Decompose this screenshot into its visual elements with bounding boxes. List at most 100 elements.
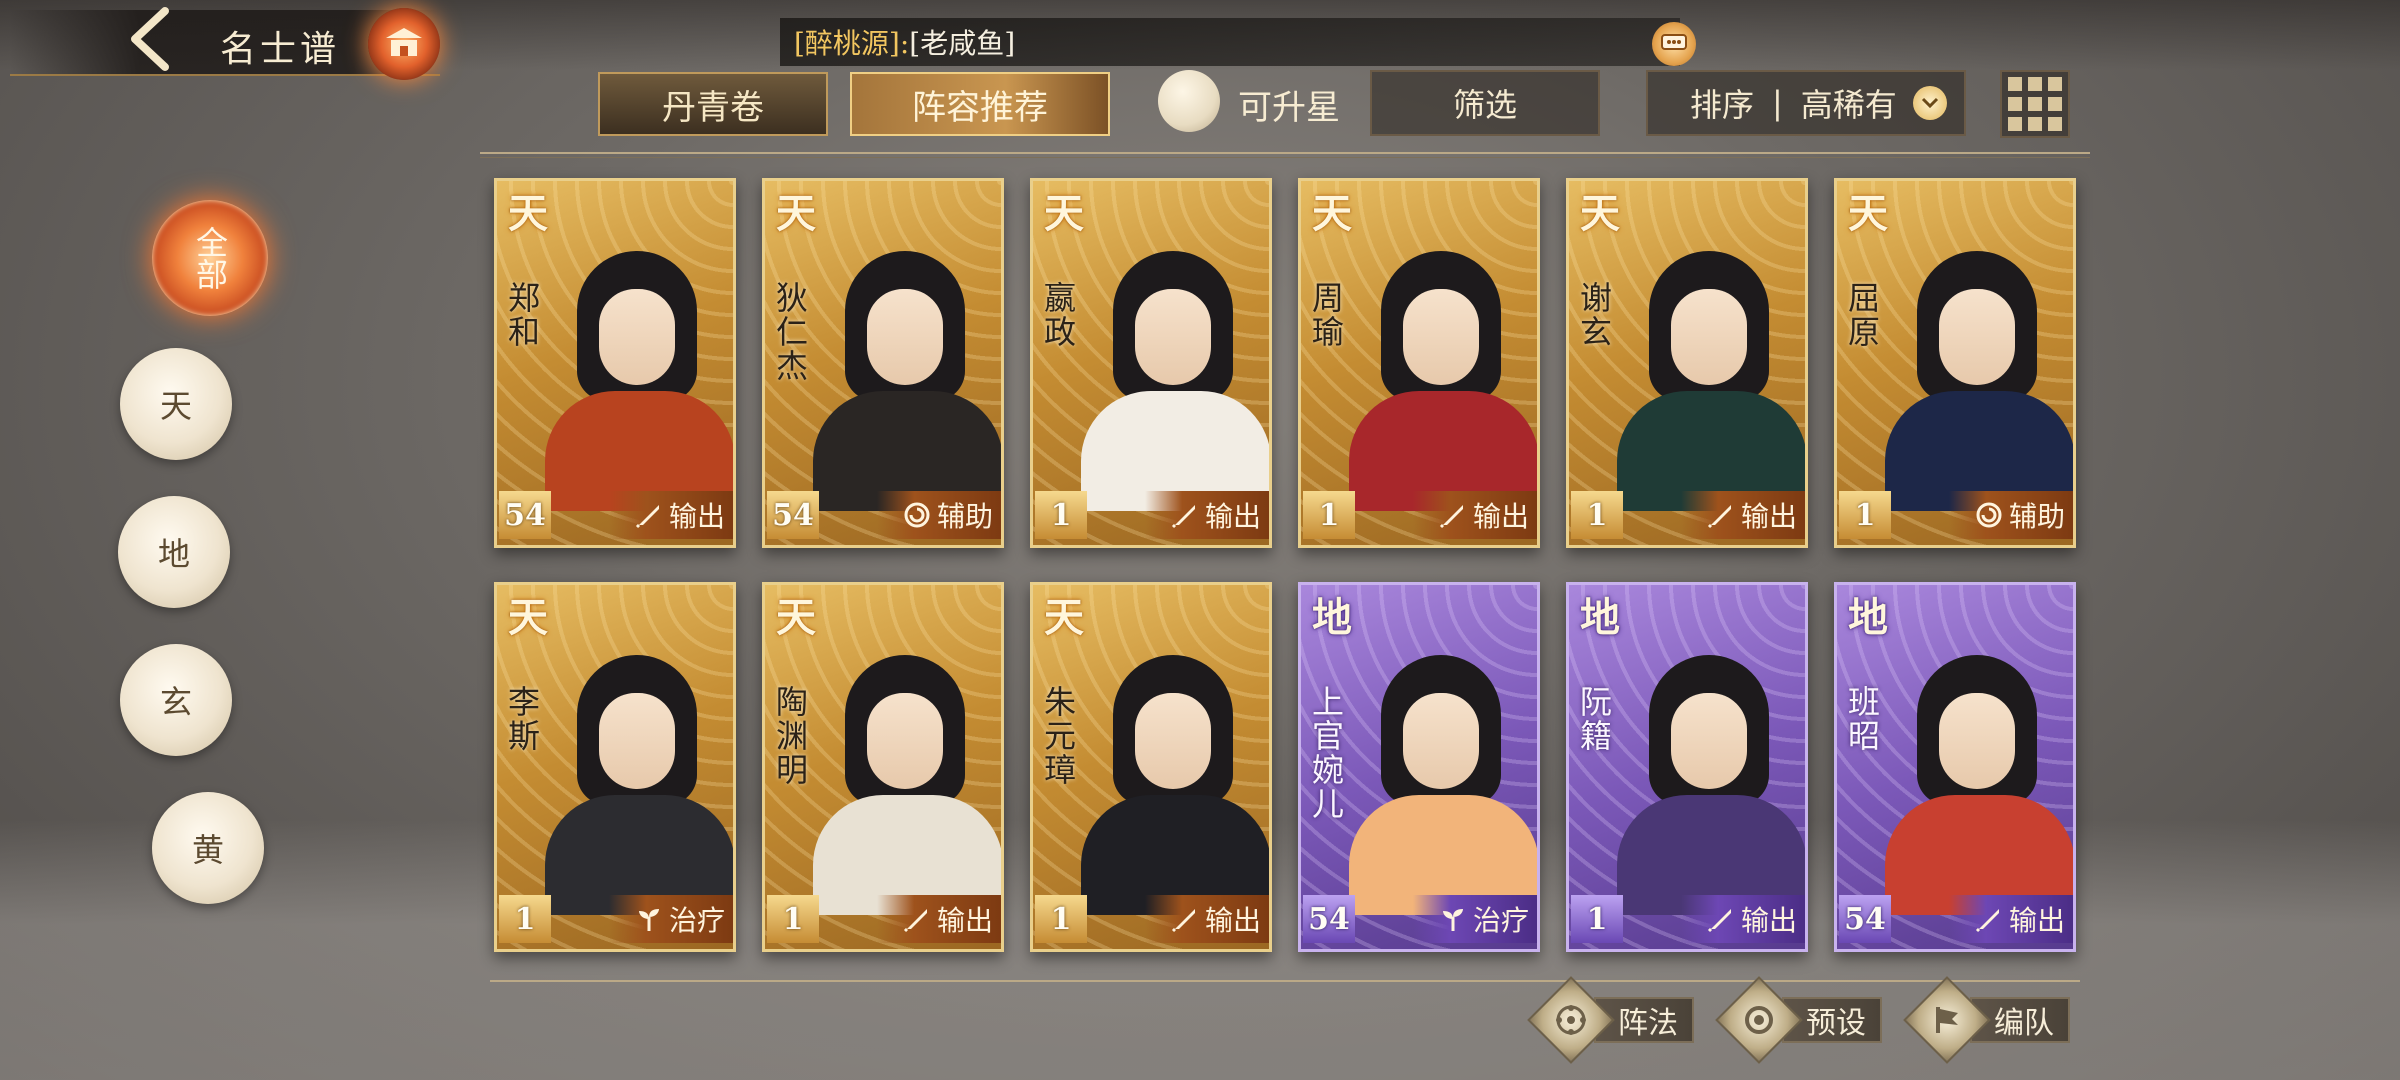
- sort-value: 高稀有: [1800, 86, 1897, 124]
- hero-rarity-badge: 天: [1044, 190, 1084, 237]
- hero-card[interactable]: 天周瑜 1 输出: [1298, 178, 1540, 548]
- rarity-filter-xuan[interactable]: 玄: [120, 644, 232, 756]
- hero-face: [1671, 289, 1747, 385]
- hero-face: [1939, 693, 2015, 789]
- brush-icon: [1973, 903, 2005, 935]
- divider-bottom: [490, 980, 2080, 984]
- hero-rarity-badge: 天: [776, 190, 816, 237]
- chat-bubble-icon[interactable]: [1652, 22, 1696, 66]
- hero-role: 治疗: [668, 904, 725, 937]
- filter-button[interactable]: 筛选: [1370, 70, 1600, 136]
- hero-role-badge: 输出: [1145, 895, 1269, 943]
- hero-face: [1403, 693, 1479, 789]
- preset-button[interactable]: 预设: [1715, 976, 1882, 1064]
- pavilion-emblem-icon: [368, 8, 440, 80]
- hero-role-badge: 治疗: [609, 895, 733, 943]
- hero-role: 辅助: [2008, 500, 2065, 533]
- hero-role: 辅助: [936, 500, 993, 533]
- brush-icon: [901, 903, 933, 935]
- hero-portrait: [537, 211, 733, 511]
- hero-card[interactable]: 天李斯 1 治疗: [494, 582, 736, 952]
- hero-role: 输出: [1204, 500, 1261, 533]
- hero-card[interactable]: 天陶渊明 1 输出: [762, 582, 1004, 952]
- swirl-icon: [901, 499, 933, 531]
- hero-face: [867, 693, 943, 789]
- hero-card[interactable]: 天谢玄 1 输出: [1566, 178, 1808, 548]
- back-button[interactable]: [120, 4, 180, 74]
- grid-view-toggle-icon[interactable]: [2000, 70, 2070, 138]
- hero-name: 狄仁杰: [771, 281, 809, 383]
- hero-role-badge: 输出: [1681, 895, 1805, 943]
- hero-role-badge: 治疗: [1413, 895, 1537, 943]
- hero-face: [1135, 693, 1211, 789]
- hero-role-badge: 输出: [1145, 491, 1269, 539]
- back-arrow-icon: [131, 7, 169, 71]
- tab-lineup-recommend[interactable]: 阵容推荐: [850, 72, 1110, 136]
- hero-portrait: [537, 615, 733, 915]
- brush-icon: [1705, 903, 1737, 935]
- star-up-checkbox[interactable]: [1158, 70, 1220, 132]
- hero-role: 输出: [1204, 904, 1261, 937]
- brush-icon: [1437, 499, 1469, 531]
- brush-icon: [1169, 499, 1201, 531]
- hero-rarity-badge: 天: [1580, 190, 1620, 237]
- hero-role: 输出: [1740, 904, 1797, 937]
- hero-rarity-badge: 天: [1044, 594, 1084, 641]
- hero-face: [867, 289, 943, 385]
- hero-level: 1: [499, 895, 551, 943]
- hero-level: 1: [767, 895, 819, 943]
- hero-card[interactable]: 天狄仁杰 54 辅助: [762, 178, 1004, 548]
- hero-name: 李斯: [503, 685, 541, 753]
- brush-icon: [1169, 903, 1201, 935]
- hero-role-badge: 输出: [877, 895, 1001, 943]
- hero-card[interactable]: 地阮籍 1 输出: [1566, 582, 1808, 952]
- hero-portrait: [1877, 211, 2073, 511]
- hero-portrait: [1341, 211, 1537, 511]
- hero-level: 54: [499, 491, 551, 539]
- hero-level: 54: [767, 491, 819, 539]
- hero-card[interactable]: 天郑和 54 输出: [494, 178, 736, 548]
- hero-portrait: [1609, 615, 1805, 915]
- hero-name: 谢玄: [1575, 281, 1613, 349]
- hero-name: 周瑜: [1307, 281, 1345, 349]
- hero-level: 1: [1035, 895, 1087, 943]
- chevron-down-icon: [1912, 86, 1947, 120]
- star-up-label: 可升星: [1238, 88, 1340, 128]
- sort-label: 排序: [1690, 86, 1755, 124]
- hero-level: 1: [1839, 491, 1891, 539]
- hero-face: [1671, 693, 1747, 789]
- hero-rarity-badge: 天: [508, 190, 548, 237]
- hero-role: 输出: [668, 500, 725, 533]
- hero-card[interactable]: 地上官婉儿 54 治疗: [1298, 582, 1540, 952]
- rarity-filter-huang[interactable]: 黄: [152, 792, 264, 904]
- rarity-filter-all[interactable]: 全部: [152, 200, 268, 316]
- hero-level: 54: [1303, 895, 1355, 943]
- hero-level: 1: [1303, 491, 1355, 539]
- hero-card[interactable]: 天屈原 1 辅助: [1834, 178, 2076, 548]
- tab-danqing[interactable]: 丹青卷: [598, 72, 828, 136]
- hero-face: [1939, 289, 2015, 385]
- hero-rarity-badge: 地: [1580, 594, 1620, 641]
- hero-portrait: [805, 615, 1001, 915]
- hero-portrait: [1073, 615, 1269, 915]
- brush-icon: [1705, 499, 1737, 531]
- hero-level: 54: [1839, 895, 1891, 943]
- sort-dropdown[interactable]: 排序 | 高稀有: [1646, 70, 1966, 136]
- world-chat-bar[interactable]: [醉桃源]: [老咸鱼]: [780, 18, 1680, 66]
- hero-name: 郑和: [503, 281, 541, 349]
- team-edit-button[interactable]: 编队: [1903, 976, 2070, 1064]
- hero-role-badge: 输出: [1949, 895, 2073, 943]
- hero-card[interactable]: 地班昭 54 输出: [1834, 582, 2076, 952]
- rarity-filter-di[interactable]: 地: [118, 496, 230, 608]
- hero-rarity-badge: 天: [508, 594, 548, 641]
- hero-card[interactable]: 天朱元璋 1 输出: [1030, 582, 1272, 952]
- hero-card[interactable]: 天嬴政 1 输出: [1030, 178, 1272, 548]
- hero-face: [599, 693, 675, 789]
- rarity-filter-tian[interactable]: 天: [120, 348, 232, 460]
- hero-role: 输出: [1472, 500, 1529, 533]
- formation-button[interactable]: 阵法: [1527, 976, 1694, 1064]
- hero-name: 上官婉儿: [1307, 685, 1345, 821]
- hero-name: 阮籍: [1575, 685, 1613, 753]
- hero-name: 屈原: [1843, 281, 1881, 349]
- sprout-icon: [1437, 903, 1469, 935]
